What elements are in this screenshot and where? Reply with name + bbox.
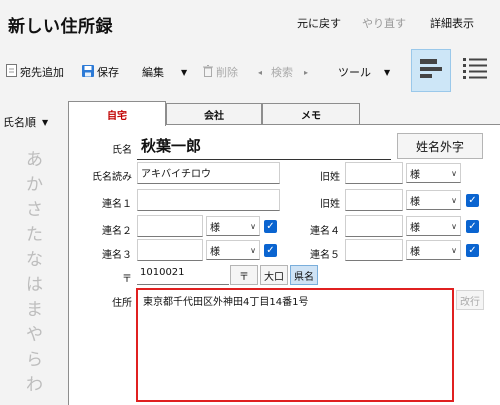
renmei4-checkbox[interactable]: ✓ — [466, 220, 479, 233]
renmei5-field[interactable] — [345, 239, 403, 261]
renmei3-checkbox[interactable]: ✓ — [264, 244, 277, 257]
name-reading-field[interactable]: アキバイチロウ — [137, 162, 280, 184]
renmei3-field[interactable] — [137, 239, 203, 261]
kana-index-na[interactable]: な — [26, 245, 43, 270]
renmei3-label: 連名３ — [102, 250, 132, 261]
save-icon — [82, 64, 94, 80]
name-label: 氏名 — [112, 145, 132, 156]
address-label: 住所 — [112, 298, 132, 309]
oaza-button[interactable]: 大口 — [260, 265, 288, 285]
chevron-down-icon: ▼ — [42, 117, 49, 127]
kana-index-ra[interactable]: ら — [26, 345, 43, 370]
renmei4-honorific-select[interactable]: 様 ∨ — [406, 216, 461, 236]
renmei2-field[interactable] — [137, 215, 203, 237]
old-surname-label-2: 旧姓 — [320, 199, 340, 210]
renmei5-checkbox[interactable]: ✓ — [466, 244, 479, 257]
renmei1-label: 連名１ — [102, 199, 132, 210]
chevron-down-icon: ∨ — [451, 245, 457, 255]
list-view-button[interactable] — [455, 49, 495, 92]
renmei4-field[interactable] — [345, 215, 403, 237]
address-field[interactable]: 東京都千代田区外神田4丁目14番1号 — [136, 288, 454, 402]
honorific-value: 様 — [410, 246, 420, 258]
list-view-icon — [462, 56, 488, 86]
kana-index-ha[interactable]: は — [26, 270, 43, 295]
sort-order-dropdown[interactable]: 氏名順 ▼ — [3, 114, 48, 130]
renmei2-checkbox[interactable]: ✓ — [264, 220, 277, 233]
save-button[interactable]: 保存 — [82, 64, 119, 80]
tab-home[interactable]: 自宅 — [68, 101, 166, 126]
tools-label: ツール — [338, 66, 371, 79]
postal-mark: 〒 — [122, 274, 132, 285]
chevron-down-icon: ∨ — [451, 195, 457, 205]
old-surname-label: 旧姓 — [320, 172, 340, 183]
sidebar: 氏名順 ▼ あ か さ た な は ま や ら わ — [0, 97, 58, 405]
delete-button[interactable]: 削除 — [203, 64, 238, 80]
chevron-down-icon: ∨ — [250, 221, 256, 231]
honorific-value: 様 — [410, 169, 420, 181]
tools-menu[interactable]: ツール ▼ — [338, 64, 390, 80]
honorific-value: 様 — [410, 196, 420, 208]
chevron-down-icon: ▼ — [181, 67, 188, 77]
old-surname-field[interactable] — [345, 162, 403, 184]
chevron-left-icon: ◂ — [258, 67, 263, 77]
tab-memo[interactable]: メモ — [262, 103, 360, 125]
old-surname-2-honorific-select[interactable]: 様 ∨ — [406, 190, 461, 210]
search-button[interactable]: ◂ 検索 ▸ — [258, 64, 308, 80]
sort-order-label: 氏名順 — [3, 116, 36, 129]
external-char-button[interactable]: 姓名外字 — [397, 133, 483, 159]
prefecture-button[interactable]: 県名 — [290, 265, 318, 285]
renmei5-label: 連名５ — [310, 250, 340, 261]
card-view-icon — [418, 57, 444, 85]
newline-button[interactable]: 改行 — [456, 290, 484, 310]
chevron-down-icon: ▼ — [384, 67, 391, 77]
old-surname-honorific-select[interactable]: 様 ∨ — [406, 163, 461, 183]
card-view-button[interactable] — [411, 49, 451, 92]
renmei3-honorific-select[interactable]: 様 ∨ — [206, 240, 260, 260]
kana-index-a[interactable]: あ — [26, 145, 43, 170]
redo-button[interactable]: やり直す — [362, 15, 406, 31]
renmei4-label: 連名４ — [310, 226, 340, 237]
postal-code-field[interactable]: 1010021 — [137, 265, 229, 285]
honorific-value: 様 — [410, 222, 420, 234]
kana-index-wa[interactable]: わ — [26, 370, 43, 395]
honorific-value: 様 — [210, 246, 220, 258]
add-address-button[interactable]: 宛先追加 — [6, 64, 64, 80]
chevron-down-icon: ∨ — [250, 245, 256, 255]
undo-button[interactable]: 元に戻す — [297, 15, 341, 31]
kana-index-ka[interactable]: か — [26, 170, 43, 195]
kana-index-ta[interactable]: た — [26, 220, 43, 245]
old-surname-2-checkbox[interactable]: ✓ — [466, 194, 479, 207]
name-field[interactable]: 秋葉一郎 — [137, 132, 391, 160]
chevron-down-icon: ∨ — [451, 168, 457, 178]
edit-menu[interactable]: 編集 ▼ — [142, 64, 187, 80]
honorific-value: 様 — [210, 222, 220, 234]
renmei1-field[interactable] — [137, 189, 280, 211]
kana-index-sa[interactable]: さ — [26, 195, 43, 220]
postal-lookup-button[interactable]: 〒 — [230, 265, 258, 285]
chevron-down-icon: ∨ — [451, 221, 457, 231]
kana-index-ya[interactable]: や — [26, 320, 43, 345]
search-label: 検索 — [271, 66, 294, 79]
name-reading-label: 氏名読み — [92, 172, 132, 183]
details-button[interactable]: 詳細表示 — [430, 15, 474, 31]
renmei2-honorific-select[interactable]: 様 ∨ — [206, 216, 260, 236]
add-address-label: 宛先追加 — [20, 66, 64, 79]
kana-index-ma[interactable]: ま — [26, 295, 43, 320]
toolbar: 宛先追加 保存 編集 ▼ 削除 ◂ 検索 ▸ ツール ▼ — [0, 45, 500, 97]
app-title: 新しい住所録 — [8, 17, 113, 37]
chevron-right-icon: ▸ — [304, 67, 309, 77]
old-surname-field-2[interactable] — [345, 189, 403, 211]
renmei2-label: 連名２ — [102, 226, 132, 237]
tab-company[interactable]: 会社 — [166, 103, 262, 125]
delete-label: 削除 — [216, 66, 238, 79]
save-label: 保存 — [97, 66, 119, 79]
new-document-icon — [6, 64, 17, 80]
renmei5-honorific-select[interactable]: 様 ∨ — [406, 240, 461, 260]
title-bar: 新しい住所録 元に戻す やり直す 詳細表示 — [0, 0, 500, 45]
edit-label: 編集 — [142, 66, 164, 79]
trash-icon — [203, 64, 213, 80]
